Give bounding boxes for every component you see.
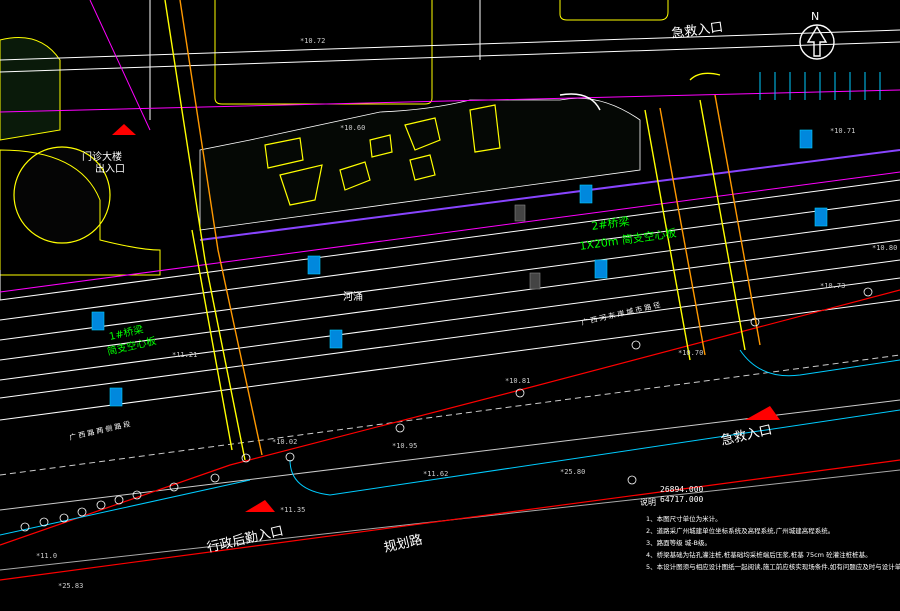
elevation-label: *10.02 xyxy=(272,438,297,446)
elevation-label: *10.72 xyxy=(300,37,325,45)
north-label: N xyxy=(811,10,819,23)
outpatient-label-line2: 出入口 xyxy=(95,162,125,175)
notes-item-3: 3、路面等级 城-B级。 xyxy=(646,538,711,547)
notes-item-2: 2、道路采广州城建单位坐标系统及高程系统,广州城建高程系统。 xyxy=(646,526,834,535)
elevation-label: *25.83 xyxy=(58,582,83,590)
outpatient-label-line1: 门诊大楼 xyxy=(82,150,122,163)
elevation-label: *10.71 xyxy=(830,127,855,135)
elevation-label: *25.80 xyxy=(560,468,585,476)
notes-coord2: 64717.000 xyxy=(660,495,704,504)
notes-title: 说明 xyxy=(640,497,656,507)
elevation-label: *10.80 xyxy=(872,244,897,252)
elevation-label: *11.35 xyxy=(280,506,305,514)
elevation-label: *10.73 xyxy=(820,282,845,290)
elevation-label: *11.21 xyxy=(172,351,197,359)
elevation-label: *10.95 xyxy=(392,442,417,450)
site-plan-drawing: 急救入口 急救入口 行政后勤入口 规划路 河涌 2#桥梁 1X20m 简支空心板… xyxy=(0,0,900,611)
elevation-label: *11.0 xyxy=(36,552,57,560)
elevation-label: *10.70 xyxy=(678,349,703,357)
elevation-label: *11.62 xyxy=(423,470,448,478)
notes-item-5: 5、本设计图须与相应设计图纸一起阅读,施工前应核实现场条件,如有问题应及时与设计… xyxy=(646,562,900,571)
notes-coord: 26894.000 xyxy=(660,485,704,494)
river-label: 河涌 xyxy=(343,291,363,303)
notes-item-1: 1、本图尺寸单位为米计。 xyxy=(646,514,722,523)
elevation-label: *10.60 xyxy=(340,124,365,132)
elevation-label: *10.81 xyxy=(505,377,530,385)
notes-item-4: 4、桥梁基础为钻孔灌注桩,桩基础均采桩端后压浆,桩基 75cm 砼灌注桩桩基。 xyxy=(646,550,872,559)
